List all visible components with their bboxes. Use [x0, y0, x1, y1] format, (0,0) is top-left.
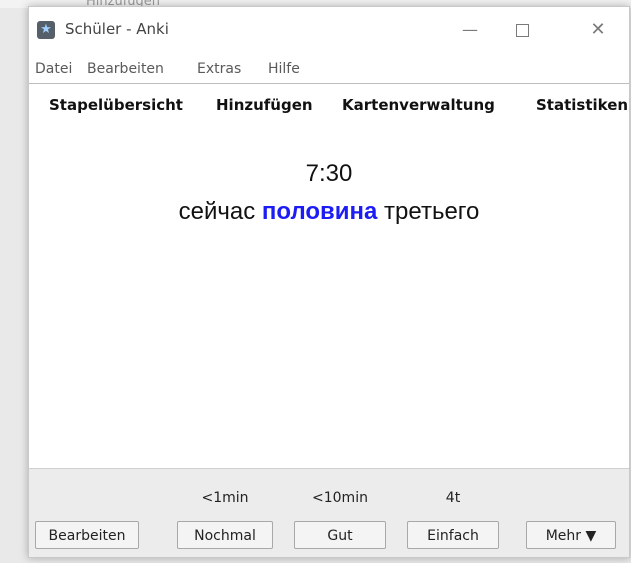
minimize-icon: —	[462, 20, 478, 39]
toolbar-statistiken[interactable]: Statistiken	[536, 96, 628, 114]
good-button[interactable]: Gut	[294, 521, 386, 549]
menu-bearbeiten[interactable]: Bearbeiten	[87, 61, 164, 77]
maximize-button[interactable]	[499, 13, 545, 47]
toolbar-hinzufuegen[interactable]: Hinzufügen	[216, 96, 313, 114]
menu-extras[interactable]: Extras	[197, 61, 241, 77]
maximize-icon	[515, 24, 529, 37]
toolbar-stapeluebersicht[interactable]: Stapelübersicht	[49, 96, 183, 114]
card-front-text: 7:30	[305, 160, 353, 187]
minimize-button[interactable]: —	[447, 13, 493, 47]
due-again: <1min	[201, 490, 249, 506]
title-bar[interactable]: ★ Schüler - Anki — ✕	[29, 7, 629, 53]
close-button[interactable]: ✕	[575, 13, 621, 47]
card-area: 7:30 сейчас половина третьего	[29, 128, 629, 468]
menu-datei[interactable]: Datei	[35, 61, 72, 77]
card-back-highlight: половина	[261, 198, 378, 225]
toolbar-kartenverwaltung[interactable]: Kartenverwaltung	[342, 96, 495, 114]
more-button[interactable]: Mehr ▼	[526, 521, 616, 549]
easy-button[interactable]: Einfach	[407, 521, 499, 549]
anki-window: ★ Schüler - Anki — ✕ Datei Bearbeiten Ex…	[28, 6, 630, 558]
anki-star-icon: ★	[37, 21, 55, 39]
card-back-text: сейчас половина третьего	[29, 198, 629, 226]
due-easy: 4t	[445, 490, 461, 506]
card-back-prefix: сейчас	[178, 198, 262, 225]
again-button[interactable]: Nochmal	[177, 521, 273, 549]
menu-hilfe[interactable]: Hilfe	[268, 61, 300, 77]
card-back-suffix: третьего	[377, 198, 480, 225]
close-icon: ✕	[590, 19, 606, 40]
menu-bar: Datei Bearbeiten Extras Hilfe	[29, 53, 629, 83]
main-toolbar: Stapelübersicht Hinzufügen Kartenverwalt…	[29, 83, 629, 129]
edit-button[interactable]: Bearbeiten	[35, 521, 139, 549]
window-title: Schüler - Anki	[65, 20, 169, 38]
answer-bar: <1min <10min 4t Bearbeiten Nochmal Gut E…	[29, 468, 629, 557]
due-good: <10min	[312, 490, 368, 506]
